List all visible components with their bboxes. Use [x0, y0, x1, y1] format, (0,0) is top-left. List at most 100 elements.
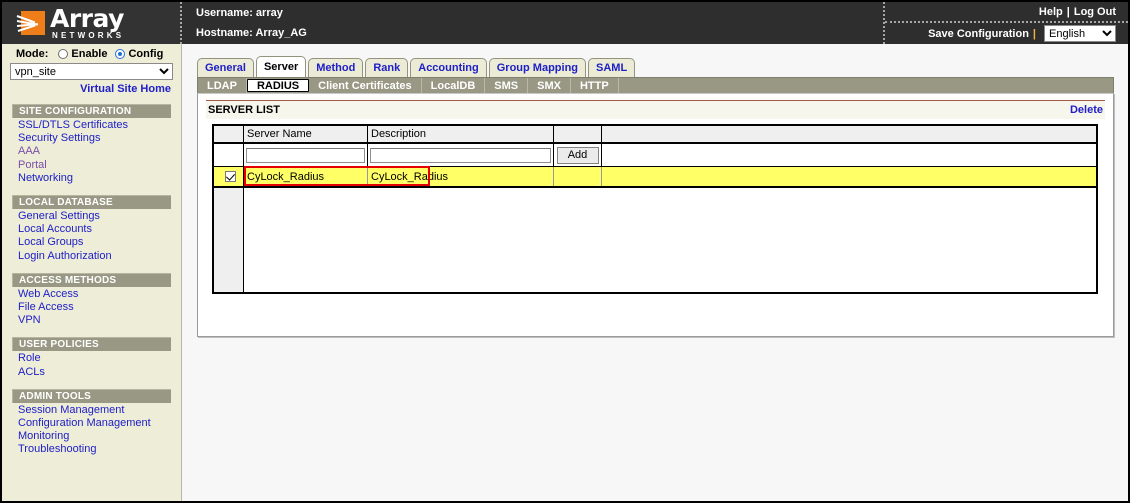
header-separator: | — [1067, 6, 1070, 18]
logo-wordmark: Array — [50, 6, 124, 31]
subtab-ldap[interactable]: LDAP — [198, 78, 247, 93]
tab-accounting[interactable]: Accounting — [410, 58, 487, 77]
row-server-name: CyLock_Radius — [244, 167, 368, 186]
subtab-localdb[interactable]: LocalDB — [422, 78, 486, 93]
sidebar-item-role[interactable]: Role — [2, 352, 181, 365]
nav-group-site-configuration: SITE CONFIGURATION SSL/DTLS Certificates… — [2, 104, 181, 185]
array-logo-icon — [16, 10, 46, 36]
table-row[interactable]: CyLock_Radius CyLock_Radius — [214, 167, 1096, 188]
sidebar-item-local-groups[interactable]: Local Groups — [2, 236, 181, 249]
row-select-cell[interactable] — [214, 167, 244, 186]
tab-saml[interactable]: SAML — [588, 58, 635, 77]
sidebar: Mode: Enable Config vpn_site Virtual Sit… — [2, 44, 182, 501]
sidebar-item-web-access[interactable]: Web Access — [2, 288, 181, 301]
mode-option-config[interactable]: Config — [115, 48, 163, 60]
sidebar-item-aaa[interactable]: AAA — [2, 145, 181, 158]
sidebar-item-troubleshooting[interactable]: Troubleshooting — [2, 443, 181, 456]
brand-logo[interactable]: Array NETWORKS — [2, 2, 182, 44]
nav-group-title: SITE CONFIGURATION — [12, 104, 171, 118]
description-input[interactable] — [370, 148, 551, 163]
row-checkbox[interactable] — [225, 171, 236, 182]
primary-tabs: General Server Method Rank Accounting Gr… — [197, 56, 1114, 77]
nav-group-access-methods: ACCESS METHODS Web Access File Access VP… — [2, 273, 181, 328]
main-content: General Server Method Rank Accounting Gr… — [183, 44, 1126, 499]
sidebar-item-ssl-dtls-certificates[interactable]: SSL/DTLS Certificates — [2, 119, 181, 132]
nav-group-title: ACCESS METHODS — [12, 273, 171, 287]
sidebar-item-session-management[interactable]: Session Management — [2, 404, 181, 417]
header-cell-server-name: Server Name — [244, 126, 368, 142]
add-row-select-cell — [214, 144, 244, 166]
nav-group-local-database: LOCAL DATABASE General Settings Local Ac… — [2, 195, 181, 263]
tab-group-mapping[interactable]: Group Mapping — [489, 58, 586, 77]
username-label: Username: array — [196, 7, 883, 19]
header-cell-description: Description — [368, 126, 554, 142]
tab-server[interactable]: Server — [256, 56, 306, 77]
panel-header: SERVER LIST Delete — [206, 100, 1105, 119]
sidebar-item-monitoring[interactable]: Monitoring — [2, 430, 181, 443]
mode-option-enable[interactable]: Enable — [58, 48, 107, 60]
sidebar-item-portal[interactable]: Portal — [2, 159, 181, 172]
header-cell-action — [554, 126, 602, 142]
header-actions: Help | Log Out Save Configuration | Engl… — [883, 2, 1128, 44]
hostname-label: Hostname: Array_AG — [196, 27, 883, 39]
subtab-smx[interactable]: SMX — [528, 78, 571, 93]
sidebar-item-networking[interactable]: Networking — [2, 172, 181, 185]
row-extra-1 — [554, 167, 602, 186]
mode-option-config-label: Config — [128, 48, 163, 60]
secondary-tabs: LDAP RADIUS Client Certificates LocalDB … — [197, 77, 1114, 94]
table-add-row: Add — [214, 144, 1096, 167]
server-name-input[interactable] — [246, 148, 365, 163]
server-list-panel: SERVER LIST Delete Server Name Descripti… — [197, 93, 1114, 337]
logo-subtitle: NETWORKS — [52, 32, 124, 40]
radio-enable-icon[interactable] — [58, 49, 68, 59]
subtab-http[interactable]: HTTP — [571, 78, 619, 93]
add-row-button-cell: Add — [554, 144, 602, 166]
save-language-row: Save Configuration | English — [885, 23, 1128, 44]
sidebar-item-local-accounts[interactable]: Local Accounts — [2, 223, 181, 236]
empty-select-column — [214, 188, 244, 292]
subtab-sms[interactable]: SMS — [485, 78, 528, 93]
sidebar-item-login-authorization[interactable]: Login Authorization — [2, 250, 181, 263]
nav-group-title: ADMIN TOOLS — [12, 389, 171, 403]
virtual-site-home-row: Virtual Site Home — [2, 80, 181, 95]
add-button[interactable]: Add — [557, 147, 599, 164]
top-header-bar: Array NETWORKS Username: array Hostname:… — [2, 2, 1128, 44]
server-list-table: Server Name Description — [212, 124, 1098, 294]
row-extra-2 — [602, 167, 1096, 186]
radio-config-icon[interactable] — [115, 49, 125, 59]
logout-link[interactable]: Log Out — [1074, 6, 1116, 18]
add-row-extra-cell — [602, 144, 1096, 166]
sidebar-item-security-settings[interactable]: Security Settings — [2, 132, 181, 145]
mode-option-enable-label: Enable — [71, 48, 107, 60]
sidebar-item-general-settings[interactable]: General Settings — [2, 210, 181, 223]
save-configuration-link[interactable]: Save Configuration — [928, 28, 1029, 40]
header-cell-select — [214, 126, 244, 142]
mode-label: Mode: — [16, 48, 48, 60]
sidebar-item-acls[interactable]: ACLs — [2, 366, 181, 379]
header-cell-extra — [602, 126, 1096, 142]
table-empty-area — [214, 188, 1096, 292]
nav-group-title: USER POLICIES — [12, 337, 171, 351]
tab-rank[interactable]: Rank — [365, 58, 408, 77]
add-row-server-name-cell — [244, 144, 368, 166]
language-select[interactable]: English — [1044, 25, 1116, 42]
table-header-row: Server Name Description — [214, 126, 1096, 144]
nav-group-admin-tools: ADMIN TOOLS Session Management Configura… — [2, 389, 181, 457]
mode-selector: Mode: Enable Config — [2, 44, 181, 62]
sidebar-item-vpn[interactable]: VPN — [2, 314, 181, 327]
sidebar-item-file-access[interactable]: File Access — [2, 301, 181, 314]
session-info: Username: array Hostname: Array_AG — [182, 2, 883, 44]
subtab-radius[interactable]: RADIUS — [247, 79, 309, 92]
tab-general[interactable]: General — [197, 58, 254, 77]
add-row-description-cell — [368, 144, 554, 166]
tab-method[interactable]: Method — [308, 58, 363, 77]
sidebar-item-configuration-management[interactable]: Configuration Management — [2, 417, 181, 430]
sidebar-navigation: SITE CONFIGURATION SSL/DTLS Certificates… — [2, 104, 181, 457]
virtual-site-select[interactable]: vpn_site — [10, 63, 173, 80]
nav-group-title: LOCAL DATABASE — [12, 195, 171, 209]
nav-group-user-policies: USER POLICIES Role ACLs — [2, 337, 181, 378]
virtual-site-home-link[interactable]: Virtual Site Home — [80, 83, 171, 95]
help-link[interactable]: Help — [1039, 6, 1063, 18]
delete-link[interactable]: Delete — [1070, 104, 1103, 116]
subtab-client-certificates[interactable]: Client Certificates — [309, 78, 422, 93]
